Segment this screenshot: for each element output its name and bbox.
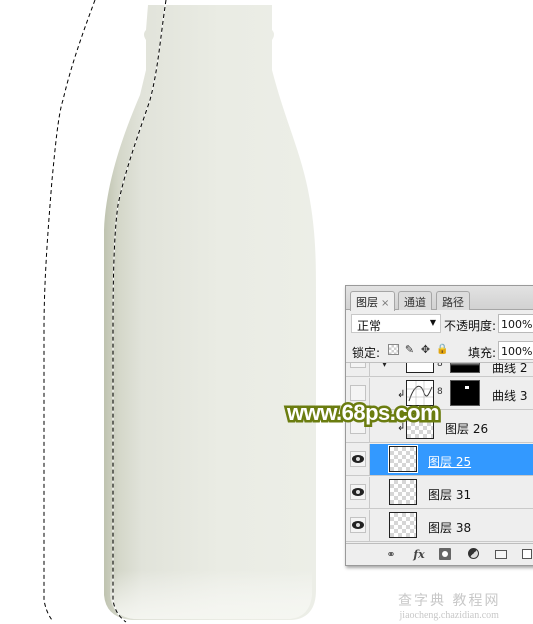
lock-move-icon[interactable]: ✥ <box>420 344 431 355</box>
layer-thumbnail <box>389 512 417 538</box>
lock-all-icon[interactable]: 🔒 <box>436 344 448 355</box>
layer-name[interactable]: 图层 25 <box>428 453 471 470</box>
fill-label: 填充: <box>468 346 497 360</box>
adjustment-layer-icon[interactable] <box>466 547 480 562</box>
visibility-column <box>346 444 370 475</box>
lock-label: 锁定: <box>352 346 381 360</box>
bottle-body <box>104 5 316 620</box>
layer-thumbnail <box>388 445 418 473</box>
visibility-column <box>346 363 370 376</box>
close-icon[interactable]: × <box>381 298 389 309</box>
opacity-label: 不透明度: <box>444 319 497 333</box>
fill-field[interactable]: 100% <box>498 341 533 360</box>
selection-outline-outer <box>43 0 96 621</box>
watermark-chazidian-url: jiaocheng.chazidian.com <box>399 610 499 621</box>
chevron-down-icon: ▼ <box>429 318 436 327</box>
visibility-toggle[interactable] <box>350 363 366 368</box>
expand-triangle-icon[interactable]: ▾ <box>382 363 387 370</box>
eye-icon <box>352 521 364 529</box>
new-group-icon[interactable] <box>494 547 508 562</box>
panel-bottom-toolbar: ⚭ fx <box>346 543 533 565</box>
layer-row-layer-38[interactable]: 图层 38 <box>346 510 533 542</box>
blend-row: 正常 ▼ 不透明度: 100% <box>346 312 533 338</box>
blend-mode-select[interactable]: 正常 ▼ <box>351 314 441 333</box>
layer-row-curves-2[interactable]: ▾ 8 曲线 2 <box>346 363 533 377</box>
bottle-bottom-highlight <box>110 570 312 619</box>
selection-ants-outer <box>43 0 96 621</box>
layer-name: 曲线 3 <box>492 389 528 403</box>
watermark-chazidian-cn: 查字典 教程网 <box>398 593 501 609</box>
visibility-toggle[interactable] <box>350 451 366 467</box>
visibility-toggle[interactable] <box>350 517 366 533</box>
layer-thumbnail <box>389 479 417 505</box>
lock-row: 锁定: ✎ ✥ 🔒 填充: 100% <box>346 339 533 363</box>
tab-layers-label: 图层 <box>356 296 378 309</box>
lock-brush-icon[interactable]: ✎ <box>404 344 415 355</box>
visibility-column <box>346 477 370 508</box>
tab-paths[interactable]: 路径 <box>436 291 470 310</box>
mask-thumbnail <box>450 380 480 406</box>
layer-row-layer-31[interactable]: 图层 31 <box>346 477 533 509</box>
tab-paths-label: 路径 <box>442 296 464 309</box>
visibility-toggle[interactable] <box>350 385 366 401</box>
layer-name: 图层 31 <box>428 488 472 502</box>
lock-transparent-icon[interactable] <box>388 344 399 355</box>
opacity-field[interactable]: 100% <box>498 314 533 333</box>
layer-list: ▾ 8 曲线 2 ↲ 8 曲线 3 ↲ 图层 26 图层 25 图层 31 图层… <box>346 363 533 543</box>
eye-icon <box>352 455 364 463</box>
visibility-column <box>346 510 370 541</box>
panel-tab-strip: 图层 × 通道 路径 <box>346 286 533 311</box>
link-layers-icon[interactable]: ⚭ <box>382 547 400 562</box>
tab-layers[interactable]: 图层 × <box>350 291 396 311</box>
watermark-68ps: www.68ps.com <box>284 398 442 428</box>
layer-name: 图层 26 <box>445 422 489 436</box>
layer-name: 曲线 2 <box>492 363 528 375</box>
add-mask-icon[interactable] <box>438 547 452 562</box>
tab-channels[interactable]: 通道 <box>398 291 432 310</box>
mask-thumbnail <box>450 363 480 373</box>
levels-adjustment-thumbnail <box>406 363 434 373</box>
link-icon[interactable]: 8 <box>437 387 443 397</box>
blend-mode-value: 正常 <box>357 319 382 333</box>
eye-icon <box>352 488 364 496</box>
fx-button[interactable]: fx <box>410 547 428 562</box>
clip-arrow-icon: ↲ <box>397 389 406 400</box>
layer-name: 图层 38 <box>428 521 472 535</box>
watermark-chazidian: 查字典 教程网 jiaocheng.chazidian.com <box>398 590 500 621</box>
layer-row-layer-25[interactable]: 图层 25 <box>346 444 533 476</box>
link-icon[interactable]: 8 <box>437 363 443 369</box>
visibility-toggle[interactable] <box>350 484 366 500</box>
new-layer-icon[interactable] <box>520 547 533 562</box>
tab-channels-label: 通道 <box>404 296 426 309</box>
